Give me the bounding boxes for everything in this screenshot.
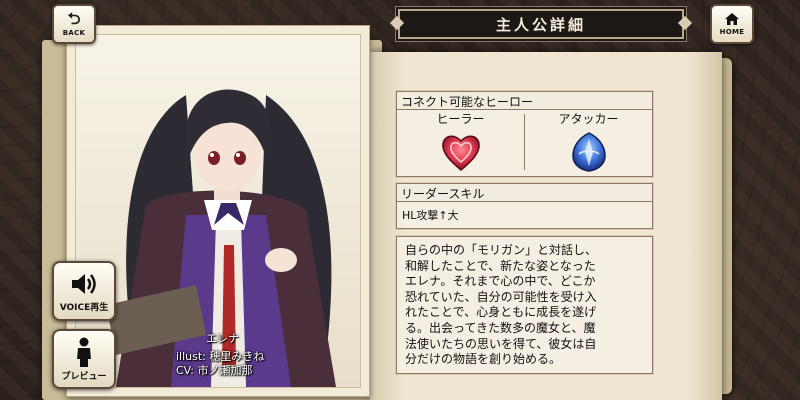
attacker-blade-icon (571, 132, 606, 172)
page-title: 主人公詳細 (495, 15, 586, 34)
voice-button-label: VOICE再生 (59, 302, 109, 313)
title-banner: 主人公詳細 (398, 9, 684, 39)
home-button[interactable]: HOME (710, 4, 754, 44)
leader-skill-panel: リーダースキル HL攻撃↑大 (396, 183, 653, 229)
connectable-heroes-header: コネクト可能なヒーロー (397, 92, 652, 110)
preview-button[interactable]: プレビュー (52, 329, 116, 389)
voice-actor-credit: CV: 市ノ瀬加那 (176, 364, 253, 377)
speaker-icon (72, 273, 96, 294)
hero-healer[interactable]: ヒーラー (397, 109, 524, 175)
character-description: 自らの中の「モリガン」と対話し、 和解したことで、新たな姿となった エレナ。それ… (405, 243, 598, 367)
back-button[interactable]: ⮌ BACK (52, 4, 96, 44)
back-arrow-icon: ⮌ (67, 9, 81, 28)
voice-play-button[interactable]: VOICE再生 (52, 261, 116, 321)
connectable-heroes-panel: コネクト可能なヒーロー ヒーラー アタッカー (396, 91, 653, 177)
character-name: エレナ (206, 332, 239, 345)
leader-skill-value: HL攻撃↑大 (402, 209, 459, 222)
hero-attacker[interactable]: アタッカー (525, 109, 652, 175)
home-button-label: HOME (719, 28, 745, 36)
character-description-panel: 自らの中の「モリガン」と対話し、 和解したことで、新たな姿となった エレナ。それ… (396, 236, 653, 374)
hero-name: アタッカー (558, 112, 619, 126)
hero-name: ヒーラー (436, 112, 485, 126)
leader-skill-header: リーダースキル (397, 184, 652, 202)
healer-heart-icon (441, 135, 480, 171)
person-icon (77, 337, 91, 367)
preview-button-label: プレビュー (61, 371, 107, 382)
back-button-label: BACK (62, 29, 86, 37)
home-icon (725, 13, 739, 25)
